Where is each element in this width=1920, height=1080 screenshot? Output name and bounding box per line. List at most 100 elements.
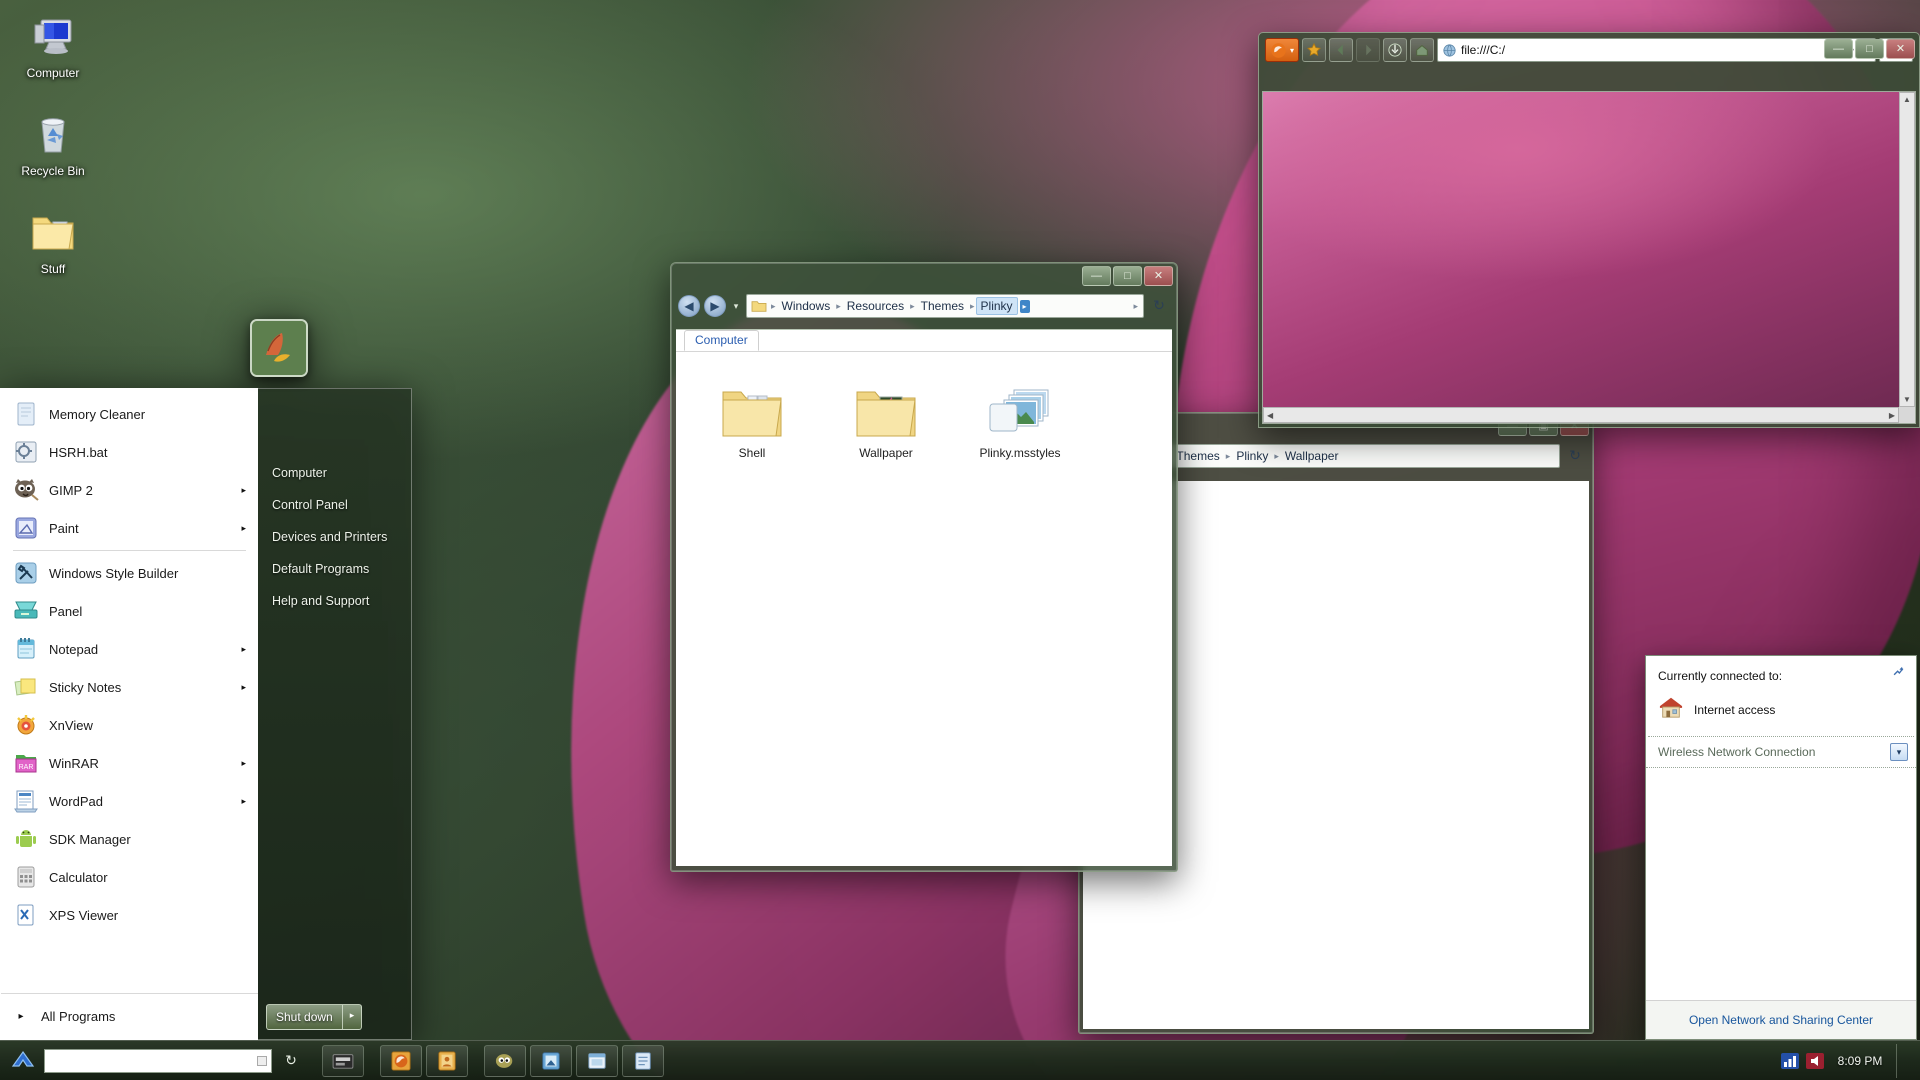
network-connection-row[interactable]: Internet access [1646, 689, 1916, 736]
scroll-right-arrow[interactable]: ▶ [1889, 411, 1895, 420]
start-item-calculator[interactable]: Calculator [1, 858, 258, 896]
start-menu-programs-pane[interactable]: Memory Cleaner HSRH.bat [0, 388, 258, 1040]
breadcrumb-overflow-icon[interactable]: ▸ [1132, 301, 1139, 312]
places-item-control-panel[interactable]: Control Panel [258, 489, 411, 521]
start-item-sticky-notes[interactable]: Sticky Notes ▸ [1, 668, 258, 706]
forward-button[interactable] [1356, 38, 1380, 62]
all-programs-row[interactable]: ▸ All Programs [1, 993, 258, 1039]
close-button[interactable]: ✕ [1886, 39, 1915, 59]
back-button[interactable] [1329, 38, 1353, 62]
desktop[interactable]: Computer Recycle Bin Stuff [0, 0, 1920, 1080]
network-signal-icon[interactable] [1781, 1053, 1799, 1069]
network-flyout[interactable]: Currently connected to: Internet access … [1645, 655, 1917, 1040]
system-tray[interactable]: 8:09 PM [1781, 1044, 1914, 1078]
places-item-default-programs[interactable]: Default Programs [258, 553, 411, 585]
taskbar[interactable]: ↻ [0, 1040, 1920, 1080]
breadcrumb-expand-icon[interactable]: ▸ [1020, 300, 1030, 313]
url-bar[interactable]: file:///C:/ ☆ ▾ ↻ [1437, 38, 1876, 62]
start-menu-places-pane[interactable]: Computer Control Panel Devices and Print… [258, 388, 412, 1040]
start-item-hsrh-bat[interactable]: HSRH.bat [1, 433, 258, 471]
scroll-down-arrow[interactable]: ▼ [1900, 395, 1914, 404]
start-item-xnview[interactable]: XnView [1, 706, 258, 744]
minimize-button[interactable]: — [1082, 266, 1111, 286]
file-item-wallpaper[interactable]: Wallpaper [832, 374, 940, 460]
vertical-scrollbar[interactable]: ▲ ▼ [1899, 92, 1915, 407]
start-menu-program-list[interactable]: Memory Cleaner HSRH.bat [1, 389, 258, 993]
start-button[interactable] [6, 1046, 40, 1076]
breadcrumb-windows[interactable]: Windows [777, 297, 836, 315]
scroll-left-arrow[interactable]: ◀ [1267, 411, 1273, 420]
refresh-icon[interactable]: ↻ [1148, 295, 1170, 317]
breadcrumb-wallpaper[interactable]: Wallpaper [1280, 447, 1344, 465]
refresh-icon[interactable]: ↻ [1564, 445, 1586, 467]
back-button[interactable]: ◀ [678, 295, 700, 317]
search-go-icon[interactable]: ↻ [276, 1052, 306, 1069]
search-clear-icon[interactable] [257, 1056, 267, 1066]
network-adapter-row[interactable]: Wireless Network Connection ▾ [1646, 737, 1916, 768]
taskbar-button-explorer-window[interactable] [576, 1045, 618, 1077]
shutdown-options-arrow[interactable]: ▸ [343, 1004, 363, 1030]
scroll-up-arrow[interactable]: ▲ [1900, 93, 1914, 104]
breadcrumb-themes[interactable]: Themes [916, 297, 969, 315]
taskbar-button-gimp[interactable] [484, 1045, 526, 1077]
start-item-xps-viewer[interactable]: XPS Viewer [1, 896, 258, 934]
start-item-sdk-manager[interactable]: SDK Manager [1, 820, 258, 858]
explorer-window-plinky[interactable]: — □ ✕ ◀ ▶ ▾ ▸ Windows ▸ Resources ▸ Them… [670, 262, 1178, 872]
explorer-file-pane[interactable]: Computer Shell [676, 329, 1172, 866]
desktop-icon-computer[interactable]: Computer [8, 12, 98, 81]
start-item-notepad[interactable]: Notepad ▸ [1, 630, 258, 668]
search-input[interactable] [44, 1049, 272, 1073]
download-button[interactable] [1383, 38, 1407, 62]
tab-strip[interactable]: Computer [676, 330, 1172, 352]
start-menu[interactable]: Memory Cleaner HSRH.bat [0, 388, 412, 1040]
tab-computer[interactable]: Computer [684, 330, 759, 351]
start-item-gimp-2[interactable]: GIMP 2 ▸ [1, 471, 258, 509]
file-grid[interactable]: Shell Wallpaper [676, 352, 1172, 460]
places-item-devices-and-printers[interactable]: Devices and Printers [258, 521, 411, 553]
volume-icon[interactable] [1806, 1053, 1824, 1069]
show-desktop-button[interactable] [1896, 1044, 1906, 1078]
close-button[interactable]: ✕ [1144, 266, 1173, 286]
taskbar-button-explorer[interactable] [322, 1045, 364, 1077]
home-icon[interactable] [1410, 38, 1434, 62]
start-item-wordpad[interactable]: WordPad ▸ [1, 782, 258, 820]
network-list-area[interactable] [1646, 768, 1916, 1000]
minimize-button[interactable]: — [1824, 39, 1853, 59]
start-item-windows-style-builder[interactable]: Windows Style Builder [1, 554, 258, 592]
history-dropdown-icon[interactable]: ▾ [730, 301, 742, 312]
window-controls[interactable]: — □ ✕ [1824, 39, 1915, 59]
breadcrumb-themes[interactable]: Themes [1171, 447, 1224, 465]
horizontal-scrollbar[interactable]: ◀ ▶ [1263, 407, 1899, 423]
shutdown-button[interactable]: Shut down [266, 1004, 343, 1030]
address-bar[interactable]: ◀ ▶ ▾ ▸ Windows ▸ Resources ▸ Themes ▸ P… [678, 293, 1170, 319]
bookmark-star-icon[interactable] [1302, 38, 1326, 62]
firefox-content-area[interactable]: ▲ ▼ ◀ ▶ [1262, 91, 1916, 424]
search-field[interactable] [49, 1054, 257, 1068]
firefox-toolbar[interactable]: ▾ file:///C:/ ☆ [1259, 33, 1919, 63]
breadcrumb-plinky[interactable]: Plinky [976, 297, 1018, 315]
start-item-paint[interactable]: Paint ▸ [1, 509, 258, 547]
start-item-panel[interactable]: Panel [1, 592, 258, 630]
firefox-menu-button[interactable]: ▾ [1265, 38, 1299, 62]
clock[interactable]: 8:09 PM [1831, 1054, 1889, 1068]
maximize-button[interactable]: □ [1113, 266, 1142, 286]
breadcrumb-plinky[interactable]: Plinky [1231, 447, 1273, 465]
network-refresh-icon[interactable] [1891, 666, 1906, 683]
places-list[interactable]: Computer Control Panel Devices and Print… [258, 457, 411, 617]
maximize-button[interactable]: □ [1855, 39, 1884, 59]
shutdown-group[interactable]: Shut down ▸ [266, 1004, 362, 1030]
start-item-winrar[interactable]: RAR WinRAR ▸ [1, 744, 258, 782]
desktop-icon-recycle-bin[interactable]: Recycle Bin [8, 110, 98, 179]
places-item-help-and-support[interactable]: Help and Support [258, 585, 411, 617]
breadcrumb[interactable]: ▸ Windows ▸ Resources ▸ Themes ▸ Plinky … [746, 294, 1144, 318]
taskbar-button-notepad[interactable] [622, 1045, 664, 1077]
taskbar-button-orange-app[interactable] [426, 1045, 468, 1077]
taskbar-button-style-builder[interactable] [530, 1045, 572, 1077]
chevron-down-icon[interactable]: ▾ [1890, 743, 1908, 761]
titlebar[interactable]: — □ ✕ [671, 263, 1177, 293]
places-item-computer[interactable]: Computer [258, 457, 411, 489]
firefox-window[interactable]: — □ ✕ ▾ [1258, 32, 1920, 428]
file-item-plinky-msstyles[interactable]: Plinky.msstyles [966, 374, 1074, 460]
start-item-memory-cleaner[interactable]: Memory Cleaner [1, 395, 258, 433]
forward-button[interactable]: ▶ [704, 295, 726, 317]
